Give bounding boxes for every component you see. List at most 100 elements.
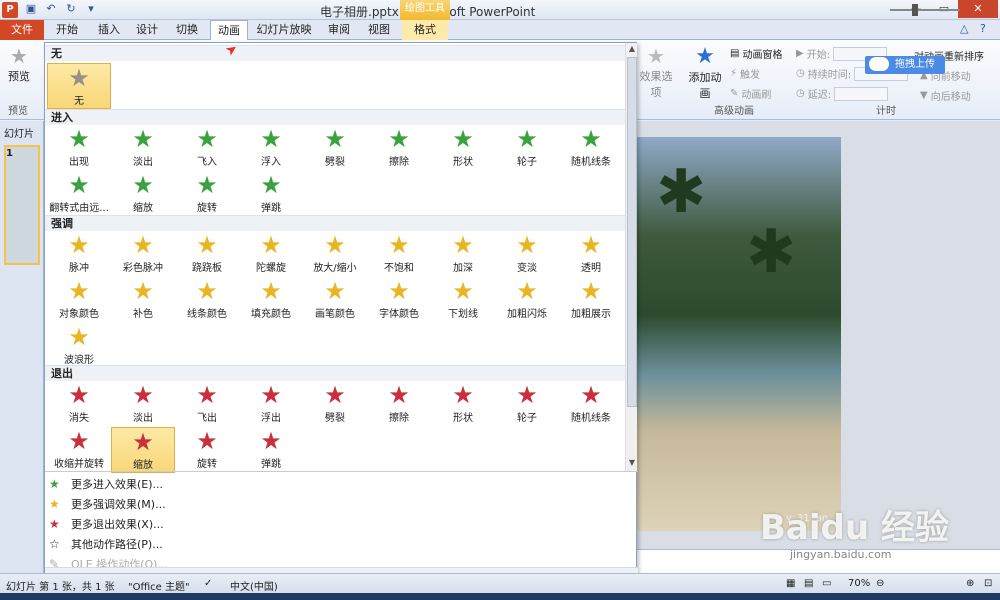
exit-animation-item[interactable]: ★ 随机线条 [559, 381, 623, 427]
entrance-animation-item[interactable]: ★ 轮子 [495, 125, 559, 171]
language-indicator[interactable]: 中文(中国) [230, 578, 278, 593]
more-exit-effects[interactable]: ★ 更多退出效果(X)... [49, 516, 164, 532]
emphasis-animation-item[interactable]: ★ 加粗闪烁 [495, 277, 559, 323]
entrance-animation-item[interactable]: ★ 旋转 [175, 171, 239, 217]
emphasis-animation-item[interactable]: ★ 加粗展示 [559, 277, 623, 323]
slide-photo[interactable]: ✱ ✱ y. 31 Jan [636, 137, 841, 531]
zoom-out-icon[interactable]: ⊖ [876, 578, 884, 589]
emphasis-animation-item[interactable]: ★ 波浪形 [47, 323, 111, 369]
exit-animation-item[interactable]: ★ 弹跳 [239, 427, 303, 473]
gallery-scrollbar[interactable]: ▲ ▼ [625, 43, 637, 471]
help-icon[interactable]: ? [980, 22, 994, 36]
emphasis-animation-item[interactable]: ★ 对象颜色 [47, 277, 111, 323]
animation-label: 下划线 [448, 309, 478, 320]
zoom-in-icon[interactable]: ⊕ [966, 578, 974, 589]
animation-none[interactable]: ★ 无 [47, 63, 111, 109]
trigger-button[interactable]: ⚡ 触发 [730, 66, 760, 81]
exit-animation-item[interactable]: ★ 飞出 [175, 381, 239, 427]
tab-view[interactable]: 视图 [362, 20, 396, 40]
exit-animation-item[interactable]: ★ 浮出 [239, 381, 303, 427]
minimize-ribbon-icon[interactable]: △ [960, 22, 974, 36]
normal-view-icon[interactable]: ▦ [786, 578, 795, 589]
spellcheck-icon[interactable]: ✓ [204, 578, 212, 589]
entrance-animation-item[interactable]: ★ 弹跳 [239, 171, 303, 217]
other-motion-paths[interactable]: ☆ 其他动作路径(P)... [49, 536, 163, 552]
emphasis-animation-item[interactable]: ★ 不饱和 [367, 231, 431, 277]
start-label: 开始: [806, 50, 831, 61]
powerpoint-app-icon[interactable]: P [2, 2, 18, 18]
tab-home[interactable]: 开始 [50, 20, 84, 40]
drag-upload-tooltip[interactable]: 拖拽上传 [865, 56, 945, 74]
emphasis-animation-item[interactable]: ★ 彩色脉冲 [111, 231, 175, 277]
animation-pane-button[interactable]: ▤ 动画窗格 [730, 46, 782, 61]
tab-insert[interactable]: 插入 [92, 20, 126, 40]
emphasis-animation-item[interactable]: ★ 透明 [559, 231, 623, 277]
slide-canvas[interactable]: ✱ ✱ y. 31 Jan [636, 121, 1000, 549]
emphasis-animation-item[interactable]: ★ 线条颜色 [175, 277, 239, 323]
exit-animation-item[interactable]: ★ 劈裂 [303, 381, 367, 427]
emphasis-animation-item[interactable]: ★ 填充颜色 [239, 277, 303, 323]
tab-format[interactable]: 格式 [402, 20, 448, 40]
theme-name[interactable]: "Office 主题" [128, 578, 190, 593]
entrance-animation-item[interactable]: ★ 缩放 [111, 171, 175, 217]
entrance-animation-item[interactable]: ★ 翻转式由远... [47, 171, 111, 217]
emphasis-animation-item[interactable]: ★ 变淡 [495, 231, 559, 277]
scroll-down-arrow-icon[interactable]: ▼ [627, 458, 637, 470]
emphasis-animation-item[interactable]: ★ 陀螺旋 [239, 231, 303, 277]
entrance-star-icon: ★ [68, 171, 90, 199]
entrance-animation-item[interactable]: ★ 形状 [431, 125, 495, 171]
animation-painter-button[interactable]: ✎ 动画刷 [730, 86, 771, 101]
more-emphasis-effects[interactable]: ★ 更多强调效果(M)... [49, 496, 166, 512]
reading-view-icon[interactable]: ▭ [822, 578, 831, 589]
emphasis-animation-item[interactable]: ★ 补色 [111, 277, 175, 323]
emphasis-animation-item[interactable]: ★ 脉冲 [47, 231, 111, 277]
zoom-slider-knob[interactable] [912, 4, 918, 16]
undo-icon[interactable]: ↶ [44, 2, 58, 16]
slide-thumbnail[interactable] [4, 145, 40, 265]
exit-animation-item[interactable]: ★ 擦除 [367, 381, 431, 427]
entrance-animation-item[interactable]: ★ 劈裂 [303, 125, 367, 171]
more-entrance-effects[interactable]: ★ 更多进入效果(E)... [49, 476, 163, 492]
exit-animation-item[interactable]: ★ 缩放 [111, 427, 175, 473]
redo-icon[interactable]: ↻ [64, 2, 78, 16]
move-later-button[interactable]: ▼ 向后移动 [920, 88, 971, 103]
scroll-up-arrow-icon[interactable]: ▲ [627, 44, 637, 56]
exit-animation-item[interactable]: ★ 轮子 [495, 381, 559, 427]
entrance-animation-item[interactable]: ★ 淡出 [111, 125, 175, 171]
tab-transitions[interactable]: 切换 [170, 20, 204, 40]
exit-animation-item[interactable]: ★ 淡出 [111, 381, 175, 427]
exit-animation-item[interactable]: ★ 收缩并旋转 [47, 427, 111, 473]
entrance-star-icon: ★ [260, 171, 282, 199]
customize-qat-icon[interactable]: ▾ [84, 2, 98, 16]
exit-animation-item[interactable]: ★ 形状 [431, 381, 495, 427]
emphasis-animation-item[interactable]: ★ 字体颜色 [367, 277, 431, 323]
entrance-animation-item[interactable]: ★ 飞入 [175, 125, 239, 171]
effect-options-button[interactable]: ★ 效果选项 [636, 44, 676, 100]
slide-sorter-icon[interactable]: ▤ [804, 578, 813, 589]
tab-animations[interactable]: 动画 [210, 20, 248, 40]
entrance-animation-item[interactable]: ★ 擦除 [367, 125, 431, 171]
preview-button[interactable]: ★ 预览 [4, 44, 34, 84]
delay-input[interactable] [834, 86, 889, 101]
entrance-animation-item[interactable]: ★ 浮入 [239, 125, 303, 171]
tab-slide-show[interactable]: 幻灯片放映 [254, 20, 314, 40]
tab-file[interactable]: 文件 [0, 20, 44, 40]
close-button[interactable]: ✕ [958, 0, 998, 18]
zoom-level[interactable]: 70% [848, 578, 870, 589]
entrance-animation-item[interactable]: ★ 出现 [47, 125, 111, 171]
fit-slide-icon[interactable]: ⊡ [984, 578, 992, 589]
emphasis-animation-item[interactable]: ★ 下划线 [431, 277, 495, 323]
emphasis-animation-item[interactable]: ★ 画笔颜色 [303, 277, 367, 323]
save-icon[interactable]: ▣ [24, 2, 38, 16]
exit-animation-item[interactable]: ★ 旋转 [175, 427, 239, 473]
tab-design[interactable]: 设计 [130, 20, 164, 40]
emphasis-animation-item[interactable]: ★ 跷跷板 [175, 231, 239, 277]
entrance-animation-item[interactable]: ★ 随机线条 [559, 125, 623, 171]
emphasis-animation-item[interactable]: ★ 加深 [431, 231, 495, 277]
add-animation-button[interactable]: ★ 添加动画 [684, 44, 726, 101]
tab-review[interactable]: 审阅 [322, 20, 356, 40]
emphasis-animation-item[interactable]: ★ 放大/缩小 [303, 231, 367, 277]
zoom-slider[interactable] [890, 9, 960, 11]
scroll-thumb[interactable] [627, 57, 637, 407]
exit-animation-item[interactable]: ★ 消失 [47, 381, 111, 427]
